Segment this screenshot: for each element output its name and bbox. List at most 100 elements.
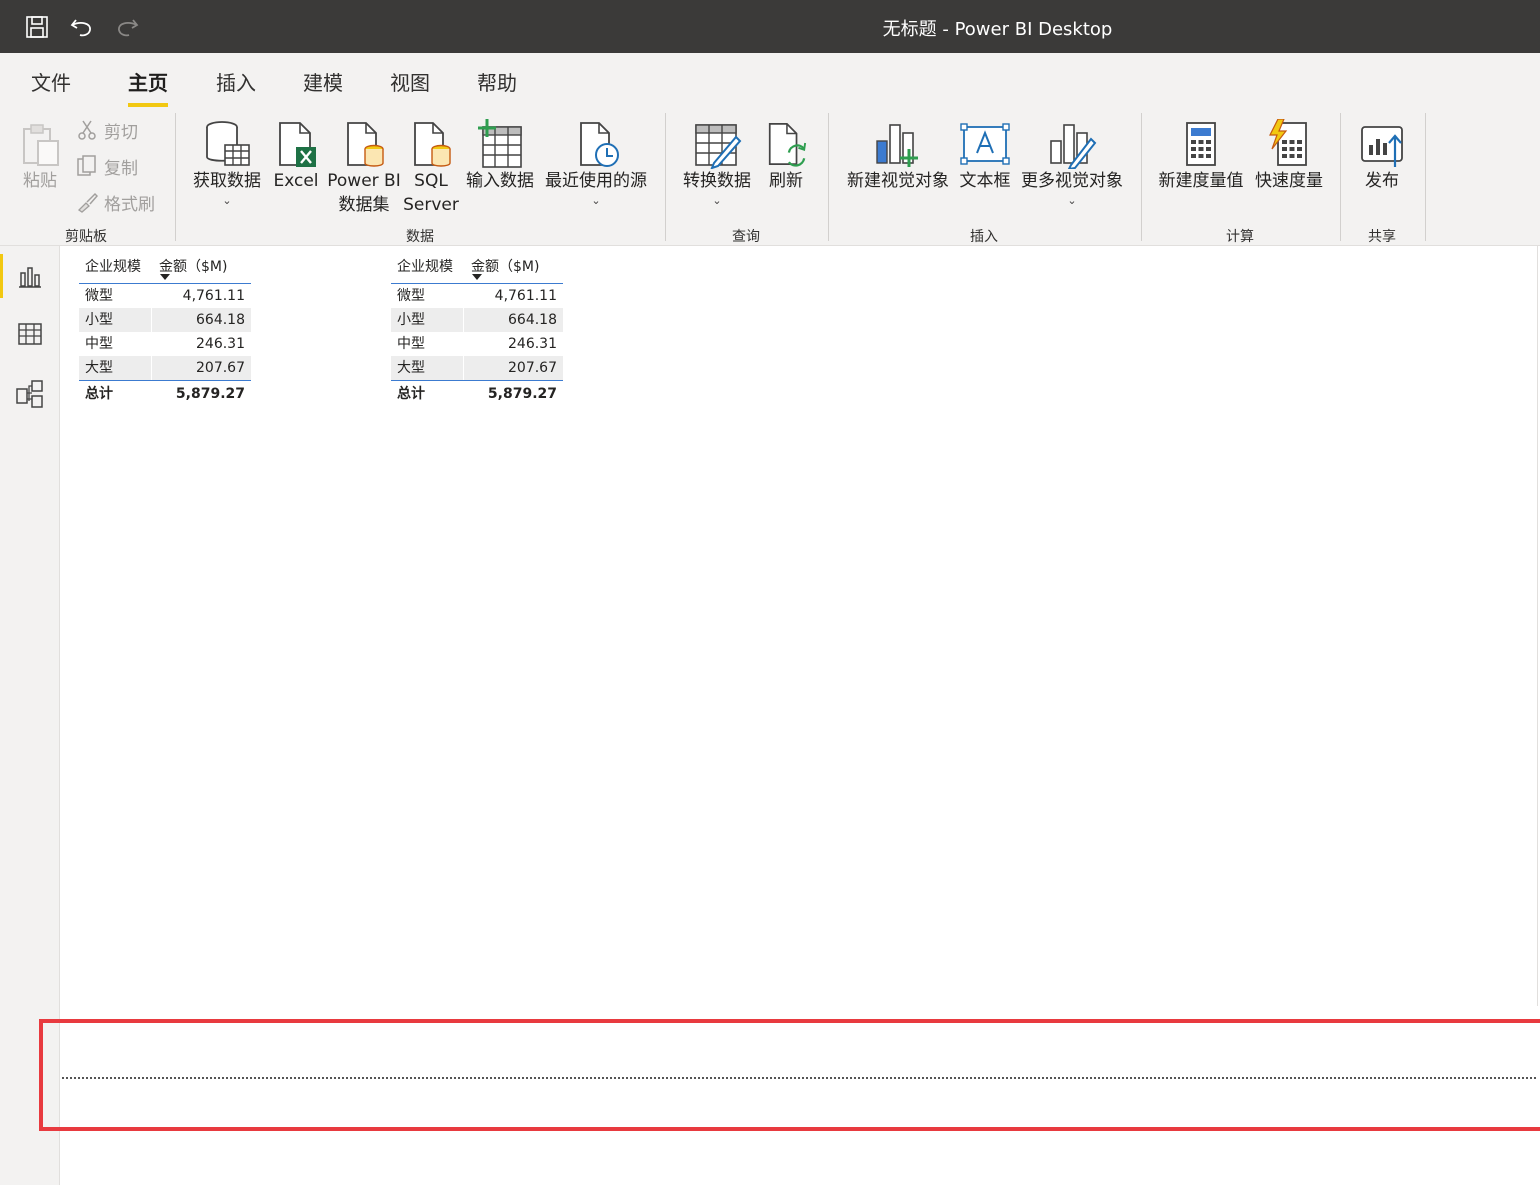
ribbon-separator [1425,113,1426,241]
calculator-icon [1155,115,1247,169]
row-label: 微型 [85,288,113,304]
group-label-data: 数据 [406,229,434,245]
tab-file[interactable]: 文件 [31,67,71,96]
cut-label: 剪切 [104,122,138,143]
ribbon-separator [1340,113,1341,241]
tab-help[interactable]: 帮助 [477,67,517,96]
paste-button[interactable]: 粘贴 [16,115,64,193]
row-label: 小型 [397,312,425,328]
ribbon-separator [828,113,829,241]
row-value: 664.18 [508,312,557,328]
more-visuals-button[interactable]: 更多视觉对象 ⌄ [1016,115,1128,207]
row-label: 微型 [397,288,425,304]
cell-divider [151,308,152,332]
chevron-down-icon[interactable]: ⌄ [678,195,756,207]
text-box-label: 文本框 [959,171,1011,191]
paste-label: 粘贴 [23,171,57,191]
cell-divider [463,308,464,332]
model-icon [16,380,43,408]
copy-button[interactable]: 复制 [76,151,138,181]
column-header[interactable]: 金额（$M) [159,256,227,276]
copy-icon [77,155,96,176]
copy-label: 复制 [104,158,138,179]
new-visual-button[interactable]: 新建视觉对象 [842,115,954,193]
tab-view[interactable]: 视图 [390,67,430,96]
tab-modeling[interactable]: 建模 [303,67,343,96]
table-header: 企业规模 金额（$M) [391,246,563,284]
ribbon-separator [1141,113,1142,241]
report-view-button[interactable] [0,248,60,304]
row-label: 中型 [397,336,425,352]
new-visual-icon [842,115,954,169]
enter-data-button[interactable]: 输入数据 [462,115,538,193]
column-header[interactable]: 企业规模 [85,256,141,276]
table-visual[interactable]: 企业规模 金额（$M) 微型 4,761.11 小型 664.18 中型 246… [79,246,251,406]
total-value: 5,879.27 [175,386,245,402]
table-row: 大型 207.67 [79,356,251,380]
chevron-down-icon[interactable]: ⌄ [188,195,266,207]
sql-server-icon [402,115,460,169]
format-painter-button[interactable]: 格式刷 [76,187,155,217]
total-label: 总计 [397,386,425,402]
new-measure-button[interactable]: 新建度量值 [1155,115,1247,193]
table-visual[interactable]: 企业规模 金额（$M) 微型 4,761.11 小型 664.18 中型 246… [391,246,563,406]
column-header[interactable]: 金额（$M) [471,256,539,276]
total-value: 5,879.27 [487,386,557,402]
bar-chart-icon [19,267,41,288]
brush-icon [77,192,98,213]
ribbon-separator [665,113,666,241]
refresh-button[interactable]: 刷新 [764,115,808,193]
row-value: 4,761.11 [182,288,245,304]
row-value: 207.67 [508,360,557,376]
model-view-button[interactable] [0,366,60,422]
row-label: 大型 [397,360,425,376]
canvas-scrollbar[interactable] [1537,246,1538,1006]
row-label: 大型 [85,360,113,376]
recent-sources-button[interactable]: 最近使用的源 ⌄ [540,115,652,207]
transform-data-button[interactable]: 转换数据 ⌄ [678,115,756,207]
group-label-calc: 计算 [1226,229,1254,245]
powerbi-dataset-label-2: 数据集 [338,195,390,215]
row-label: 小型 [85,312,113,328]
table-add-icon [462,115,538,169]
excel-button[interactable]: Excel [272,115,320,193]
quick-measure-button[interactable]: 快速度量 [1250,115,1328,193]
ribbon: 粘贴 剪切 复制 格式刷 剪贴板 获取数据 ⌄ Excel Power BI 数… [0,107,1540,246]
more-visuals-icon [1016,115,1128,169]
sql-server-button[interactable]: SQL Server [402,115,460,217]
tab-home[interactable]: 主页 [128,67,168,107]
group-label-clipboard: 剪贴板 [65,229,107,245]
new-measure-label: 新建度量值 [1158,171,1244,191]
title-bar: 无标题 - Power BI Desktop [0,0,1540,53]
excel-label: Excel [273,171,319,191]
table-row: 微型 4,761.11 [79,284,251,308]
sql-server-label-2: Server [403,195,459,215]
text-box-icon [956,115,1014,169]
more-visuals-label: 更多视觉对象 [1021,171,1123,191]
chevron-down-icon[interactable]: ⌄ [540,195,652,207]
recent-sources-label: 最近使用的源 [545,171,647,191]
new-visual-label: 新建视觉对象 [847,171,949,191]
data-view-button[interactable] [0,306,60,362]
total-row: 总计 5,879.27 [79,380,251,406]
get-data-button[interactable]: 获取数据 ⌄ [188,115,266,207]
text-box-button[interactable]: 文本框 [956,115,1014,193]
group-label-share: 共享 [1368,229,1396,245]
row-value: 207.67 [196,360,245,376]
tab-insert[interactable]: 插入 [216,67,256,96]
row-value: 246.31 [196,336,245,352]
sort-descending-icon [160,274,170,280]
chevron-down-icon[interactable]: ⌄ [1016,195,1128,207]
format-painter-label: 格式刷 [104,194,155,215]
cut-button[interactable]: 剪切 [76,115,138,145]
table-row: 中型 246.31 [391,332,563,356]
table-header: 企业规模 金额（$M) [79,246,251,284]
cell-divider [151,356,152,380]
ribbon-tabs: 文件 主页 插入 建模 视图 帮助 [0,53,1540,107]
enter-data-label: 输入数据 [466,171,534,191]
powerbi-dataset-button[interactable]: Power BI 数据集 [326,115,402,217]
refresh-icon [764,115,808,169]
dataset-icon [326,115,402,169]
publish-button[interactable]: 发布 [1356,115,1408,193]
column-header[interactable]: 企业规模 [397,256,453,276]
